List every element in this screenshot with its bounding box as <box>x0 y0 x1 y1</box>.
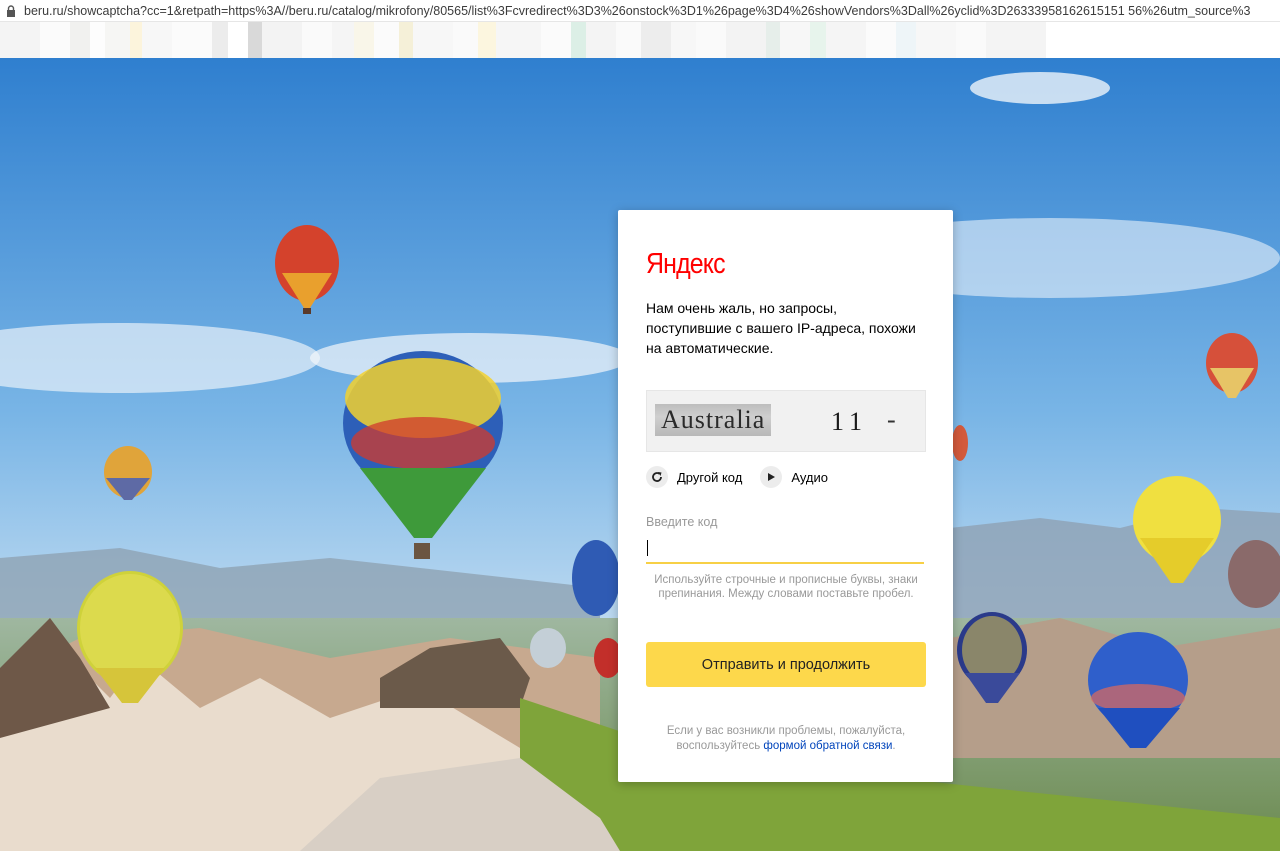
lock-icon <box>7 4 15 17</box>
captcha-image-word: Australia <box>655 404 772 436</box>
play-icon <box>760 466 783 488</box>
captcha-message: Нам очень жаль, но запросы, поступившие … <box>646 300 916 356</box>
url-text[interactable]: beru.ru/showcaptcha?cc=1&retpath=https%3… <box>24 4 1250 18</box>
captcha-image-dash: - <box>887 405 896 434</box>
address-bar[interactable]: beru.ru/showcaptcha?cc=1&retpath=https%3… <box>0 0 1280 22</box>
footer-help: Если у вас возникли проблемы, пожалуйста… <box>646 724 926 754</box>
feedback-form-link[interactable]: формой обратной связи <box>763 740 892 752</box>
footer-end: . <box>892 740 896 752</box>
yandex-logo-text: Яндекс <box>646 248 726 280</box>
audio-label: Аудио <box>791 469 828 485</box>
captcha-image: Australia 11 - <box>646 390 926 452</box>
refresh-code-label: Другой код <box>677 469 743 485</box>
audio-button[interactable]: Аудио <box>760 466 828 488</box>
refresh-icon <box>646 466 668 488</box>
code-input-label: Введите код <box>646 515 718 529</box>
obscured-bookmarks-bar <box>0 22 1280 58</box>
captcha-actions: Другой код Аудио <box>646 466 846 488</box>
submit-button[interactable]: Отправить и продолжить <box>646 642 926 687</box>
text-caret <box>647 540 648 556</box>
captcha-card: Яндекс Нам очень жаль, но запросы, посту… <box>618 210 953 782</box>
input-hint: Используйте строчные и прописные буквы, … <box>654 574 918 600</box>
captcha-image-number: 11 <box>831 407 869 436</box>
yandex-logo[interactable]: Яндекс <box>646 248 726 281</box>
refresh-code-button[interactable]: Другой код <box>646 466 742 488</box>
code-input[interactable] <box>646 534 924 564</box>
